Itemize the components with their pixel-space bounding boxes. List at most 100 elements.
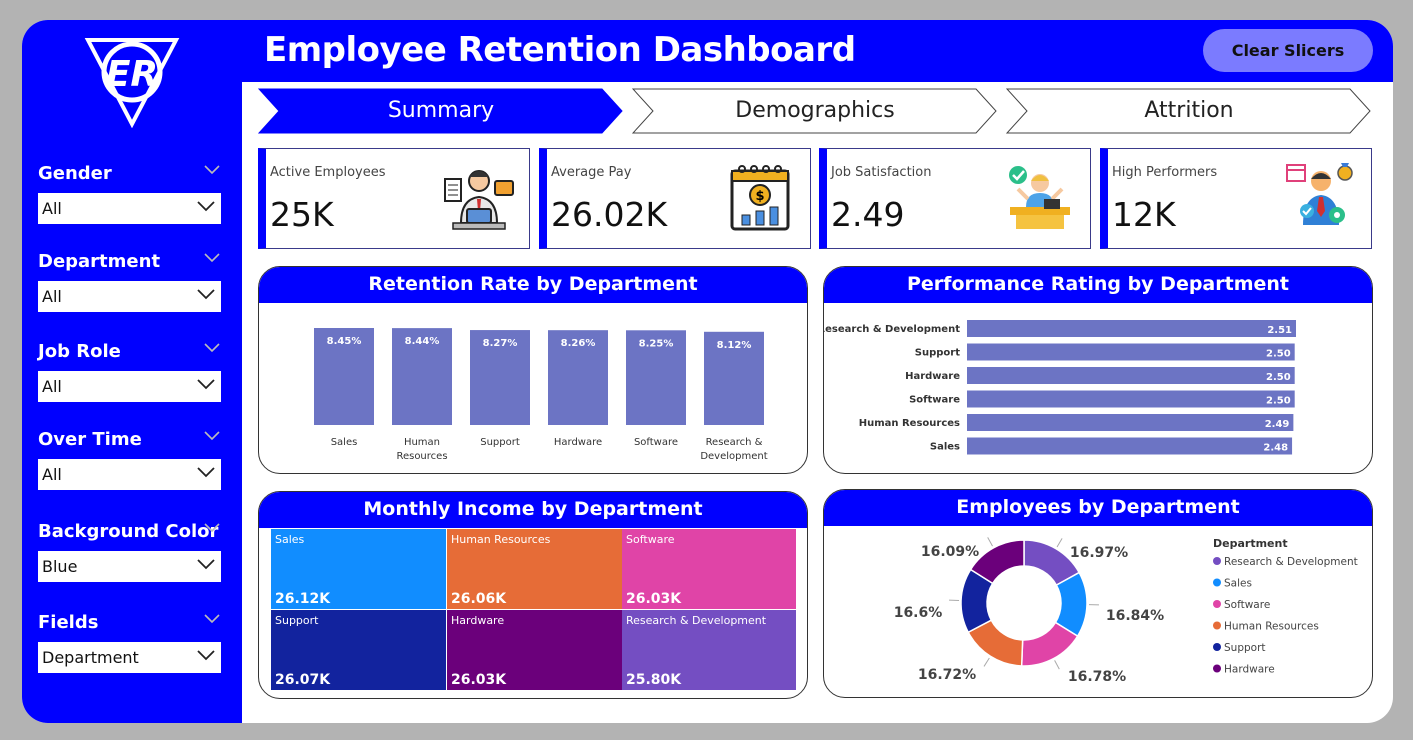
donut-data-label: 16.84% xyxy=(1106,608,1164,624)
kpi-label: Average Pay xyxy=(551,165,632,180)
logo-letters: ER xyxy=(106,54,158,95)
donut-leader-line xyxy=(983,657,990,667)
employee-at-desk-icon xyxy=(443,161,515,233)
kpi-card-average-pay: Average Pay 26.02K $ xyxy=(539,148,811,249)
legend-marker xyxy=(1213,557,1221,565)
retention-category-label: Software xyxy=(634,437,678,448)
retention-category-label: Sales xyxy=(331,437,358,448)
performance-category-label: Research & Development xyxy=(824,324,960,335)
chevron-down-icon xyxy=(197,467,215,478)
pay-calendar-icon: $ xyxy=(724,161,796,233)
retention-data-label: 8.12% xyxy=(717,340,752,351)
tab-attrition[interactable]: Attrition xyxy=(1006,88,1372,134)
chevron-down-icon[interactable] xyxy=(204,165,220,175)
legend-item-research-and-development[interactable]: Research & Development xyxy=(1224,556,1358,568)
slicer-dropdown[interactable]: All xyxy=(38,459,221,490)
page-title: Employee Retention Dashboard xyxy=(264,30,856,70)
treemap-tile-support[interactable]: Support 26.07K xyxy=(271,610,446,690)
performance-bar[interactable] xyxy=(967,320,1296,337)
legend-marker xyxy=(1213,578,1221,587)
slicer-dropdown[interactable]: All xyxy=(38,281,221,312)
dashboard-frame: ER Gender All Department All Job Role Al… xyxy=(22,20,1393,723)
performance-bar[interactable] xyxy=(967,343,1295,361)
treemap-tile-value: 25.80K xyxy=(626,672,682,688)
page-tabs: Summary Demographics Attrition xyxy=(258,88,1376,134)
slicer-label: Job Role xyxy=(38,341,121,362)
treemap-tile-human-resources[interactable]: Human Resources 26.06K xyxy=(447,529,622,609)
slicer-gender: Gender All xyxy=(38,163,224,224)
er-shield-logo: ER xyxy=(84,38,180,128)
performance-rating-card: Performance Rating by Department Researc… xyxy=(823,266,1373,474)
slicer-fields: Fields Department xyxy=(38,612,224,673)
treemap-tile-label: Hardware xyxy=(451,614,505,627)
slicer-dropdown[interactable]: All xyxy=(38,371,221,402)
chevron-down-icon xyxy=(197,201,215,212)
legend-item-human-resources[interactable]: Human Resources xyxy=(1224,621,1319,633)
chevron-down-icon[interactable] xyxy=(204,343,220,353)
slicer-value: All xyxy=(42,465,62,484)
retention-category-label: Hardware xyxy=(554,437,602,448)
legend-item-support[interactable]: Support xyxy=(1224,642,1266,654)
treemap-tile-label: Support xyxy=(275,614,319,627)
kpi-value: 12K xyxy=(1112,195,1176,234)
retention-category-label: Support xyxy=(480,437,520,448)
legend-item-sales[interactable]: Sales xyxy=(1224,578,1252,590)
slicer-label: Gender xyxy=(38,163,112,184)
kpi-card-job-satisfaction: Job Satisfaction 2.49 xyxy=(819,148,1091,249)
retention-data-label: 8.26% xyxy=(561,338,596,349)
slicer-over-time: Over Time All xyxy=(38,429,224,490)
slicer-label: Background Color xyxy=(38,521,219,542)
slicer-label: Fields xyxy=(38,612,99,633)
treemap-tile-hardware[interactable]: Hardware 26.03K xyxy=(447,610,622,690)
legend-item-software[interactable]: Software xyxy=(1224,599,1270,611)
treemap-tile-value: 26.07K xyxy=(275,672,331,688)
donut-data-label: 16.09% xyxy=(921,544,979,560)
chevron-down-icon[interactable] xyxy=(204,523,220,533)
treemap-tile-value: 26.03K xyxy=(626,591,682,607)
kpi-label: High Performers xyxy=(1112,165,1218,180)
performance-category-label: Sales xyxy=(930,442,960,453)
kpi-card-active-employees: Active Employees 25K xyxy=(258,148,530,249)
retention-category-label: Development xyxy=(700,451,767,462)
slicer-dropdown[interactable]: All xyxy=(38,193,221,224)
slicer-dropdown[interactable]: Department xyxy=(38,642,221,673)
slicer-dropdown[interactable]: Blue xyxy=(38,551,221,582)
performance-category-label: Support xyxy=(915,348,960,359)
chevron-down-icon xyxy=(197,289,215,300)
legend-item-hardware[interactable]: Hardware xyxy=(1224,664,1275,676)
chevron-down-icon[interactable] xyxy=(204,253,220,263)
retention-data-label: 8.44% xyxy=(405,336,440,347)
treemap-tile-sales[interactable]: Sales 26.12K xyxy=(271,529,446,609)
performance-bar[interactable] xyxy=(967,390,1295,408)
employees-by-department-card: Employees by Department 16.97% 16.84% 16.7… xyxy=(823,489,1373,698)
performance-data-label: 2.50 xyxy=(1266,349,1291,360)
retention-data-label: 8.45% xyxy=(327,336,362,347)
performance-bar[interactable] xyxy=(967,437,1293,455)
chevron-down-icon[interactable] xyxy=(204,431,220,441)
slicer-value: All xyxy=(42,287,62,306)
treemap-tile-research-and-development[interactable]: Research & Development 25.80K xyxy=(622,610,796,690)
kpi-card-high-performers: High Performers 12K xyxy=(1100,148,1372,249)
tab-summary[interactable]: Summary xyxy=(258,88,624,134)
chevron-down-icon[interactable] xyxy=(204,614,220,624)
tab-label: Summary xyxy=(387,98,495,123)
performance-data-label: 2.48 xyxy=(1263,443,1288,454)
performance-bar[interactable] xyxy=(967,414,1294,431)
performance-category-label: Hardware xyxy=(905,371,960,382)
filter-sidebar: ER Gender All Department All Job Role Al… xyxy=(22,20,242,723)
slicer-background-color: Background Color Blue xyxy=(38,521,224,582)
donut-leader-line xyxy=(1056,538,1063,548)
tab-label: Attrition xyxy=(1144,98,1234,123)
treemap-tile-value: 26.12K xyxy=(275,591,331,607)
donut-data-label: 16.78% xyxy=(1068,669,1126,685)
retention-rate-chart: 8.45% Sales 8.44% Human Resources 8.27% Suppor… xyxy=(314,328,768,462)
donut-leader-line xyxy=(1054,660,1060,670)
performance-data-label: 2.51 xyxy=(1267,325,1292,336)
performance-bar[interactable] xyxy=(967,367,1295,384)
monthly-income-card: Monthly Income by Department Sales 26.12… xyxy=(258,491,808,699)
clear-slicers-button[interactable]: Clear Slicers xyxy=(1203,29,1373,72)
performance-data-label: 2.49 xyxy=(1265,419,1290,430)
employees-donut-chart: 16.97% 16.84% 16.78% 16.72% 16.6% 16.09% Depar… xyxy=(894,537,1358,685)
treemap-tile-software[interactable]: Software 26.03K xyxy=(622,529,796,609)
tab-demographics[interactable]: Demographics xyxy=(632,88,998,134)
